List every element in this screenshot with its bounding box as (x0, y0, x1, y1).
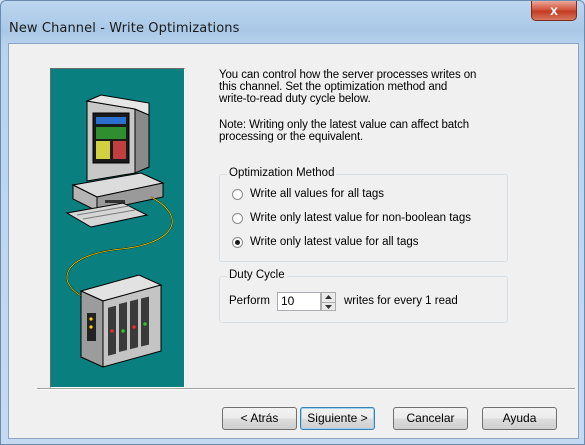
spin-up-icon[interactable] (322, 293, 335, 303)
dialog-client-area: You can control how the server processes… (8, 43, 579, 439)
cancel-button[interactable]: Cancelar (393, 407, 468, 430)
description-line: this channel. Set the optimization metho… (219, 81, 448, 93)
description-line: You can control how the server processes… (219, 69, 477, 81)
duty-cycle-input[interactable]: 10 (277, 292, 321, 311)
window-frame: New Channel - Write Optimizations x You … (0, 0, 585, 445)
button-separator (37, 388, 575, 390)
note-line: processing or the equivalent. (219, 131, 364, 143)
next-button[interactable]: Siguiente > (300, 407, 375, 430)
radio-label[interactable]: Write only latest value for non-boolean … (250, 212, 471, 224)
duty-cycle-suffix: writes for every 1 read (344, 295, 458, 307)
duty-cycle-spinner[interactable] (321, 292, 336, 311)
wizard-illustration (50, 68, 185, 388)
radio-button-selected-icon[interactable] (232, 236, 243, 248)
radio-write-all-values[interactable]: Write all values for all tags (232, 188, 384, 200)
radio-latest-non-boolean[interactable]: Write only latest value for non-boolean … (232, 212, 471, 224)
optimization-method-group: Optimization Method Write all values for… (219, 167, 508, 262)
back-button[interactable]: < Atrás (222, 407, 297, 430)
close-icon: x (550, 2, 558, 18)
radio-label[interactable]: Write only latest value for all tags (250, 236, 419, 248)
radio-label[interactable]: Write all values for all tags (250, 188, 384, 200)
duty-cycle-prefix: Perform (229, 295, 270, 307)
radio-button-icon[interactable] (232, 188, 243, 200)
close-button[interactable]: x (531, 1, 577, 21)
radio-latest-all-tags[interactable]: Write only latest value for all tags (232, 236, 419, 248)
optimization-method-legend: Optimization Method (227, 167, 337, 179)
help-button[interactable]: Ayuda (482, 407, 557, 430)
description-line: write-to-read duty cycle below. (219, 93, 371, 105)
description-text: You can control how the server processes… (219, 69, 519, 143)
radio-button-icon[interactable] (232, 212, 243, 224)
spin-down-icon[interactable] (322, 303, 335, 312)
computer-device-illustration (65, 94, 173, 368)
note-line: Note: Writing only the latest value can … (219, 119, 470, 131)
duty-cycle-group: Duty Cycle Perform 10 writes for every 1… (219, 269, 508, 323)
duty-cycle-legend: Duty Cycle (227, 269, 287, 281)
window-title: New Channel - Write Optimizations (9, 21, 240, 36)
